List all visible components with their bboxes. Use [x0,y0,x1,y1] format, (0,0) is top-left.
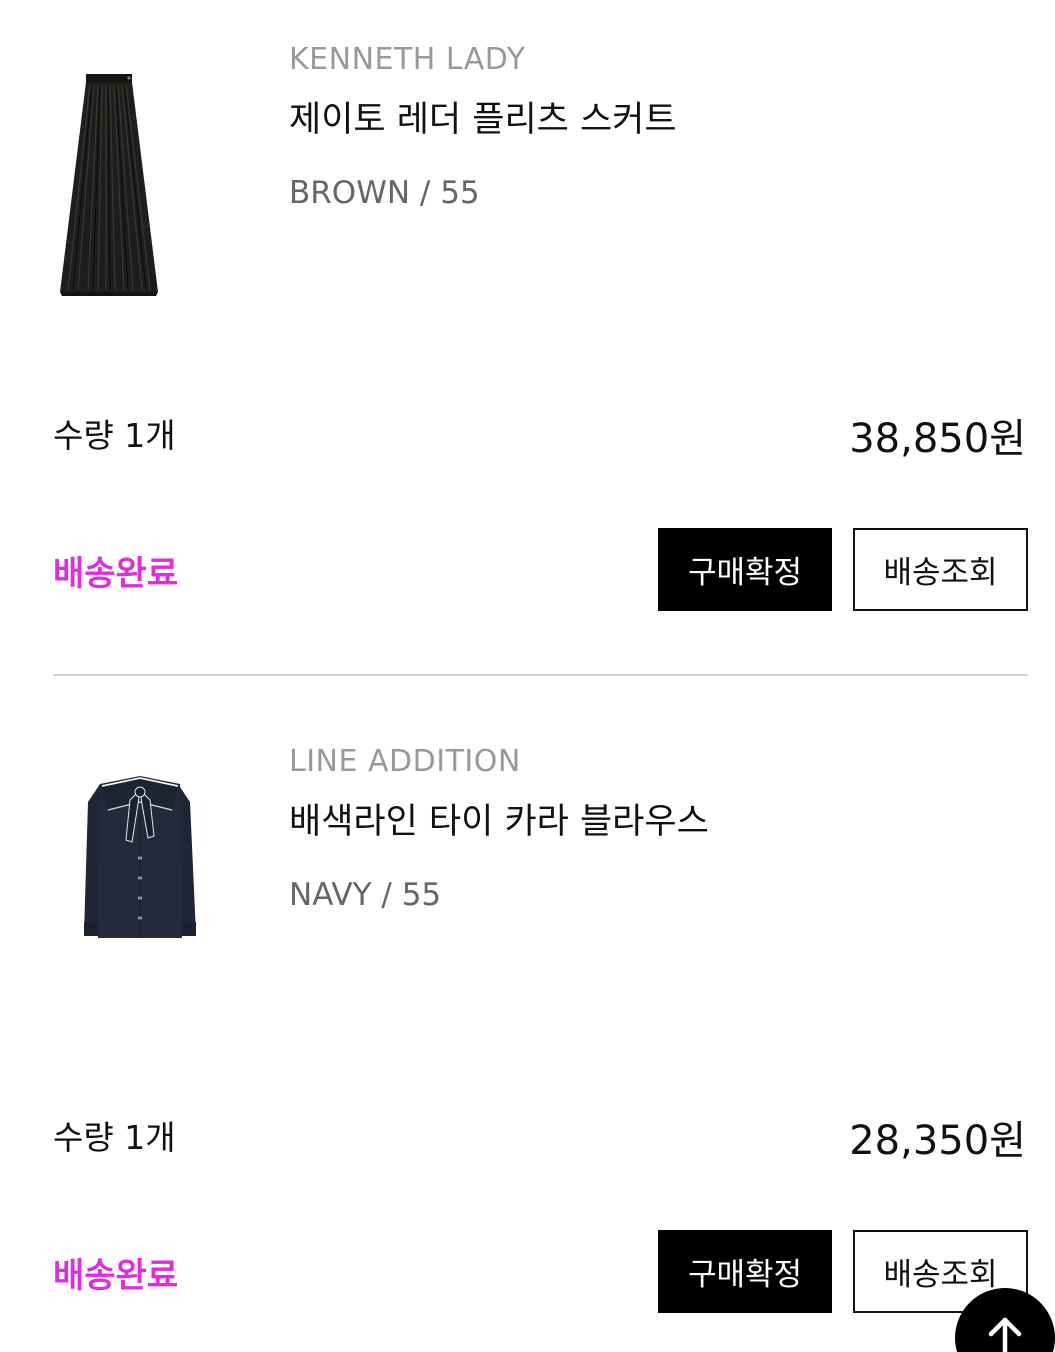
pleated-skirt-image [60,74,158,296]
product-thumbnail[interactable] [60,60,240,310]
product-thumbnail[interactable] [60,762,240,1012]
product-name[interactable]: 제이토 레더 플리츠 스커트 [289,91,677,142]
delivery-status: 배송완료 [53,1256,179,1296]
arrow-up-icon [988,1317,1022,1352]
product-option: BROWN / 55 [289,175,480,211]
order-item: LINE ADDITION 배색라인 타이 카라 블라우스 NAVY / 55 … [0,702,1055,1342]
product-name[interactable]: 배색라인 타이 카라 블라우스 [289,793,709,844]
navy-blouse-image [84,776,196,938]
price: 38,850원 [849,416,1026,462]
product-option: NAVY / 55 [289,877,442,913]
quantity-label: 수량 1개 [53,416,176,455]
quantity-label: 수량 1개 [53,1118,176,1157]
divider [53,674,1028,676]
brand-name: LINE ADDITION [289,744,521,779]
track-delivery-button[interactable]: 배송조회 [853,528,1028,611]
price: 28,350원 [849,1118,1026,1164]
order-item: KENNETH LADY 제이토 레더 플리츠 스커트 BROWN / 55 수… [0,0,1055,676]
confirm-purchase-button[interactable]: 구매확정 [658,1230,832,1313]
delivery-status: 배송완료 [53,554,179,594]
brand-name: KENNETH LADY [289,42,526,77]
order-list: KENNETH LADY 제이토 레더 플리츠 스커트 BROWN / 55 수… [0,0,1055,1352]
confirm-purchase-button[interactable]: 구매확정 [658,528,832,611]
